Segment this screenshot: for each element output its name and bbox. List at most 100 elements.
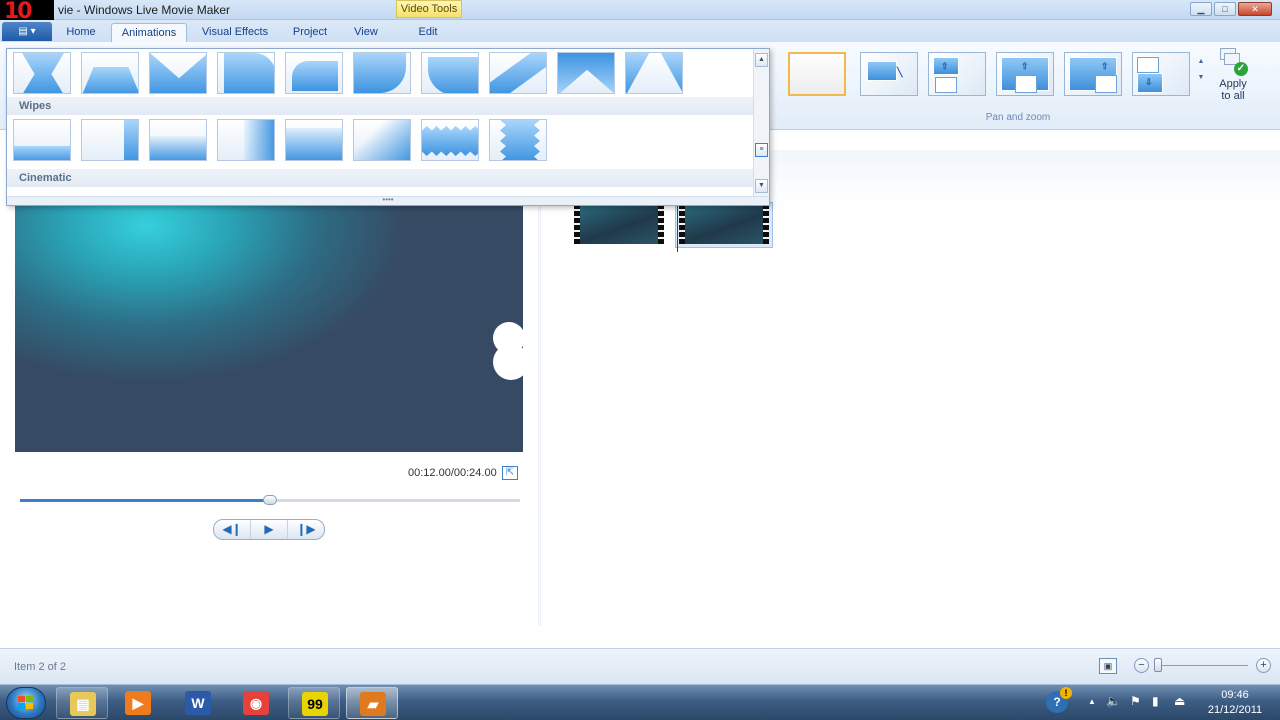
- windows-logo-icon: [18, 696, 34, 710]
- thumbnail-size-icon[interactable]: ▣: [1099, 658, 1117, 674]
- scroll-up-button[interactable]: ▲: [755, 53, 768, 67]
- zoom-slider-track[interactable]: [1160, 665, 1248, 666]
- scroll-down-button[interactable]: ▼: [755, 179, 768, 193]
- transition-thumbnail[interactable]: [81, 52, 139, 94]
- arrow-up-icon: ⇧: [941, 61, 949, 71]
- storyboard-clip-2[interactable]: [679, 206, 769, 244]
- animations-gallery: Wipes Cinematic ▲ ≡ ▼ ••••: [6, 48, 770, 206]
- volume-icon[interactable]: 🔈: [1106, 694, 1121, 708]
- word-icon: W: [185, 691, 211, 715]
- wipe-thumbnail[interactable]: [489, 119, 547, 161]
- wipe-thumbnail[interactable]: [217, 119, 275, 161]
- tab-home[interactable]: Home: [62, 23, 100, 42]
- film-perforations: [763, 206, 769, 244]
- tab-edit[interactable]: Edit: [408, 23, 448, 42]
- transition-thumbnail[interactable]: [13, 52, 71, 94]
- wipe-thumbnail[interactable]: [421, 119, 479, 161]
- zoom-out-button[interactable]: −: [1134, 658, 1149, 673]
- fraps-icon: 99: [302, 692, 328, 716]
- taskbar-fraps[interactable]: 99: [288, 687, 340, 719]
- seek-bar[interactable]: [20, 495, 520, 505]
- gallery-more-button[interactable]: ≡: [755, 143, 768, 157]
- tab-visual-effects[interactable]: Visual Effects: [198, 23, 272, 42]
- transition-thumbnail[interactable]: [285, 52, 343, 94]
- seek-progress: [20, 499, 270, 502]
- usb-eject-icon[interactable]: ⏏: [1174, 694, 1185, 708]
- seek-handle[interactable]: [263, 495, 277, 505]
- apply-to-all-icon: ✓: [1218, 48, 1248, 76]
- pan-zoom-preview: [867, 61, 897, 81]
- pan-zoom-group: ╲ ⇧ ⇧ ⇧ ⇩ ▲ ▼ Pan and zoom: [782, 48, 1214, 128]
- pan-zoom-none[interactable]: [788, 52, 846, 96]
- status-item-count: Item 2 of 2: [14, 661, 66, 673]
- action-center-flag-icon[interactable]: ⚑: [1130, 694, 1141, 708]
- transition-thumbnail[interactable]: [421, 52, 479, 94]
- video-tools-context-label: Video Tools: [396, 0, 462, 18]
- taskbar-movie-maker[interactable]: ▰: [346, 687, 398, 719]
- pan-zoom-option-5[interactable]: ⇧: [1064, 52, 1122, 96]
- film-perforations: [574, 206, 580, 244]
- gallery-resize-grip[interactable]: ••••: [7, 196, 769, 205]
- video-preview[interactable]: [15, 206, 523, 452]
- transition-thumbnail[interactable]: [557, 52, 615, 94]
- taskbar-word[interactable]: W: [172, 687, 224, 719]
- arrow-up-icon: ⇧: [1101, 61, 1109, 71]
- wipe-thumbnail[interactable]: [13, 119, 71, 161]
- playback-controls: ◀❙ ▶ ❙▶: [213, 519, 325, 540]
- apply-to-all-label-line1: Apply: [1219, 78, 1247, 90]
- taskbar-explorer[interactable]: ▤: [56, 687, 108, 719]
- maximize-button[interactable]: □: [1214, 2, 1236, 16]
- show-hidden-icons-button[interactable]: ▲: [1088, 697, 1096, 706]
- previous-frame-button[interactable]: ◀❙: [214, 520, 251, 539]
- scroll-up-icon[interactable]: ▲: [1196, 54, 1206, 70]
- start-button[interactable]: [6, 687, 46, 719]
- next-frame-button[interactable]: ❙▶: [288, 520, 324, 539]
- apply-to-all-button[interactable]: ✓ Apply to all: [1212, 48, 1254, 110]
- taskbar-media-player[interactable]: ▶: [112, 687, 164, 719]
- transition-thumbnail[interactable]: [149, 52, 207, 94]
- wipe-thumbnail[interactable]: [149, 119, 207, 161]
- movie-maker-icon: ▰: [360, 692, 386, 716]
- minimize-button[interactable]: ▁: [1190, 2, 1212, 16]
- transition-thumbnail[interactable]: [353, 52, 411, 94]
- taskbar-clock[interactable]: 09:46 21/12/2011: [1200, 688, 1270, 718]
- pan-zoom-scroll[interactable]: ▲ ▼: [1196, 54, 1206, 102]
- tab-project[interactable]: Project: [288, 23, 332, 42]
- title-bar: 10 vie - Windows Live Movie Maker Video …: [0, 0, 1280, 24]
- tab-animations[interactable]: Animations: [111, 23, 187, 42]
- chevron-down-icon[interactable]: ▼: [1196, 70, 1206, 86]
- zoom-slider-handle[interactable]: [1154, 658, 1162, 672]
- folder-icon: ▤: [70, 692, 96, 716]
- zoom-in-button[interactable]: +: [1256, 658, 1271, 673]
- pan-zoom-option-6[interactable]: ⇩: [1132, 52, 1190, 96]
- arrow-down-icon: ⇩: [1145, 77, 1153, 87]
- app-menu-button[interactable]: ▤ ▾: [2, 22, 52, 41]
- transition-thumbnail[interactable]: [217, 52, 275, 94]
- pane-splitter[interactable]: [538, 206, 541, 626]
- transition-thumbnail[interactable]: [489, 52, 547, 94]
- play-button[interactable]: ▶: [251, 520, 288, 539]
- pan-zoom-option-4[interactable]: ⇧: [996, 52, 1054, 96]
- wipe-thumbnail[interactable]: [81, 119, 139, 161]
- transition-thumbnail[interactable]: [625, 52, 683, 94]
- magic-wand-icon: ╲: [897, 67, 903, 77]
- gallery-scrollbar[interactable]: ▲ ≡ ▼: [753, 49, 769, 197]
- warning-icon[interactable]: !: [1060, 687, 1072, 699]
- clock-date: 21/12/2011: [1207, 704, 1263, 716]
- status-bar: Item 2 of 2 ▣ − +: [0, 648, 1280, 684]
- window-controls: ▁ □ ✕: [1190, 2, 1272, 16]
- ribbon-tabs: ▤ ▾ Home Animations Visual Effects Proje…: [0, 20, 1280, 42]
- gallery-section-cinematic: Cinematic: [7, 169, 755, 187]
- wipe-thumbnail[interactable]: [285, 119, 343, 161]
- pan-zoom-option-3[interactable]: ⇧: [928, 52, 986, 96]
- gallery-section-wipes: Wipes: [7, 97, 755, 115]
- tab-view[interactable]: View: [348, 23, 384, 42]
- network-icon[interactable]: ▮: [1152, 694, 1159, 708]
- storyboard-pane[interactable]: [542, 150, 1280, 640]
- wipe-thumbnail[interactable]: [353, 119, 411, 161]
- pan-zoom-automatic[interactable]: ╲: [860, 52, 918, 96]
- fullscreen-icon[interactable]: ⇱: [502, 466, 518, 480]
- storyboard-clip-1[interactable]: [574, 206, 664, 244]
- close-button[interactable]: ✕: [1238, 2, 1272, 16]
- taskbar-chrome[interactable]: ◉: [230, 687, 282, 719]
